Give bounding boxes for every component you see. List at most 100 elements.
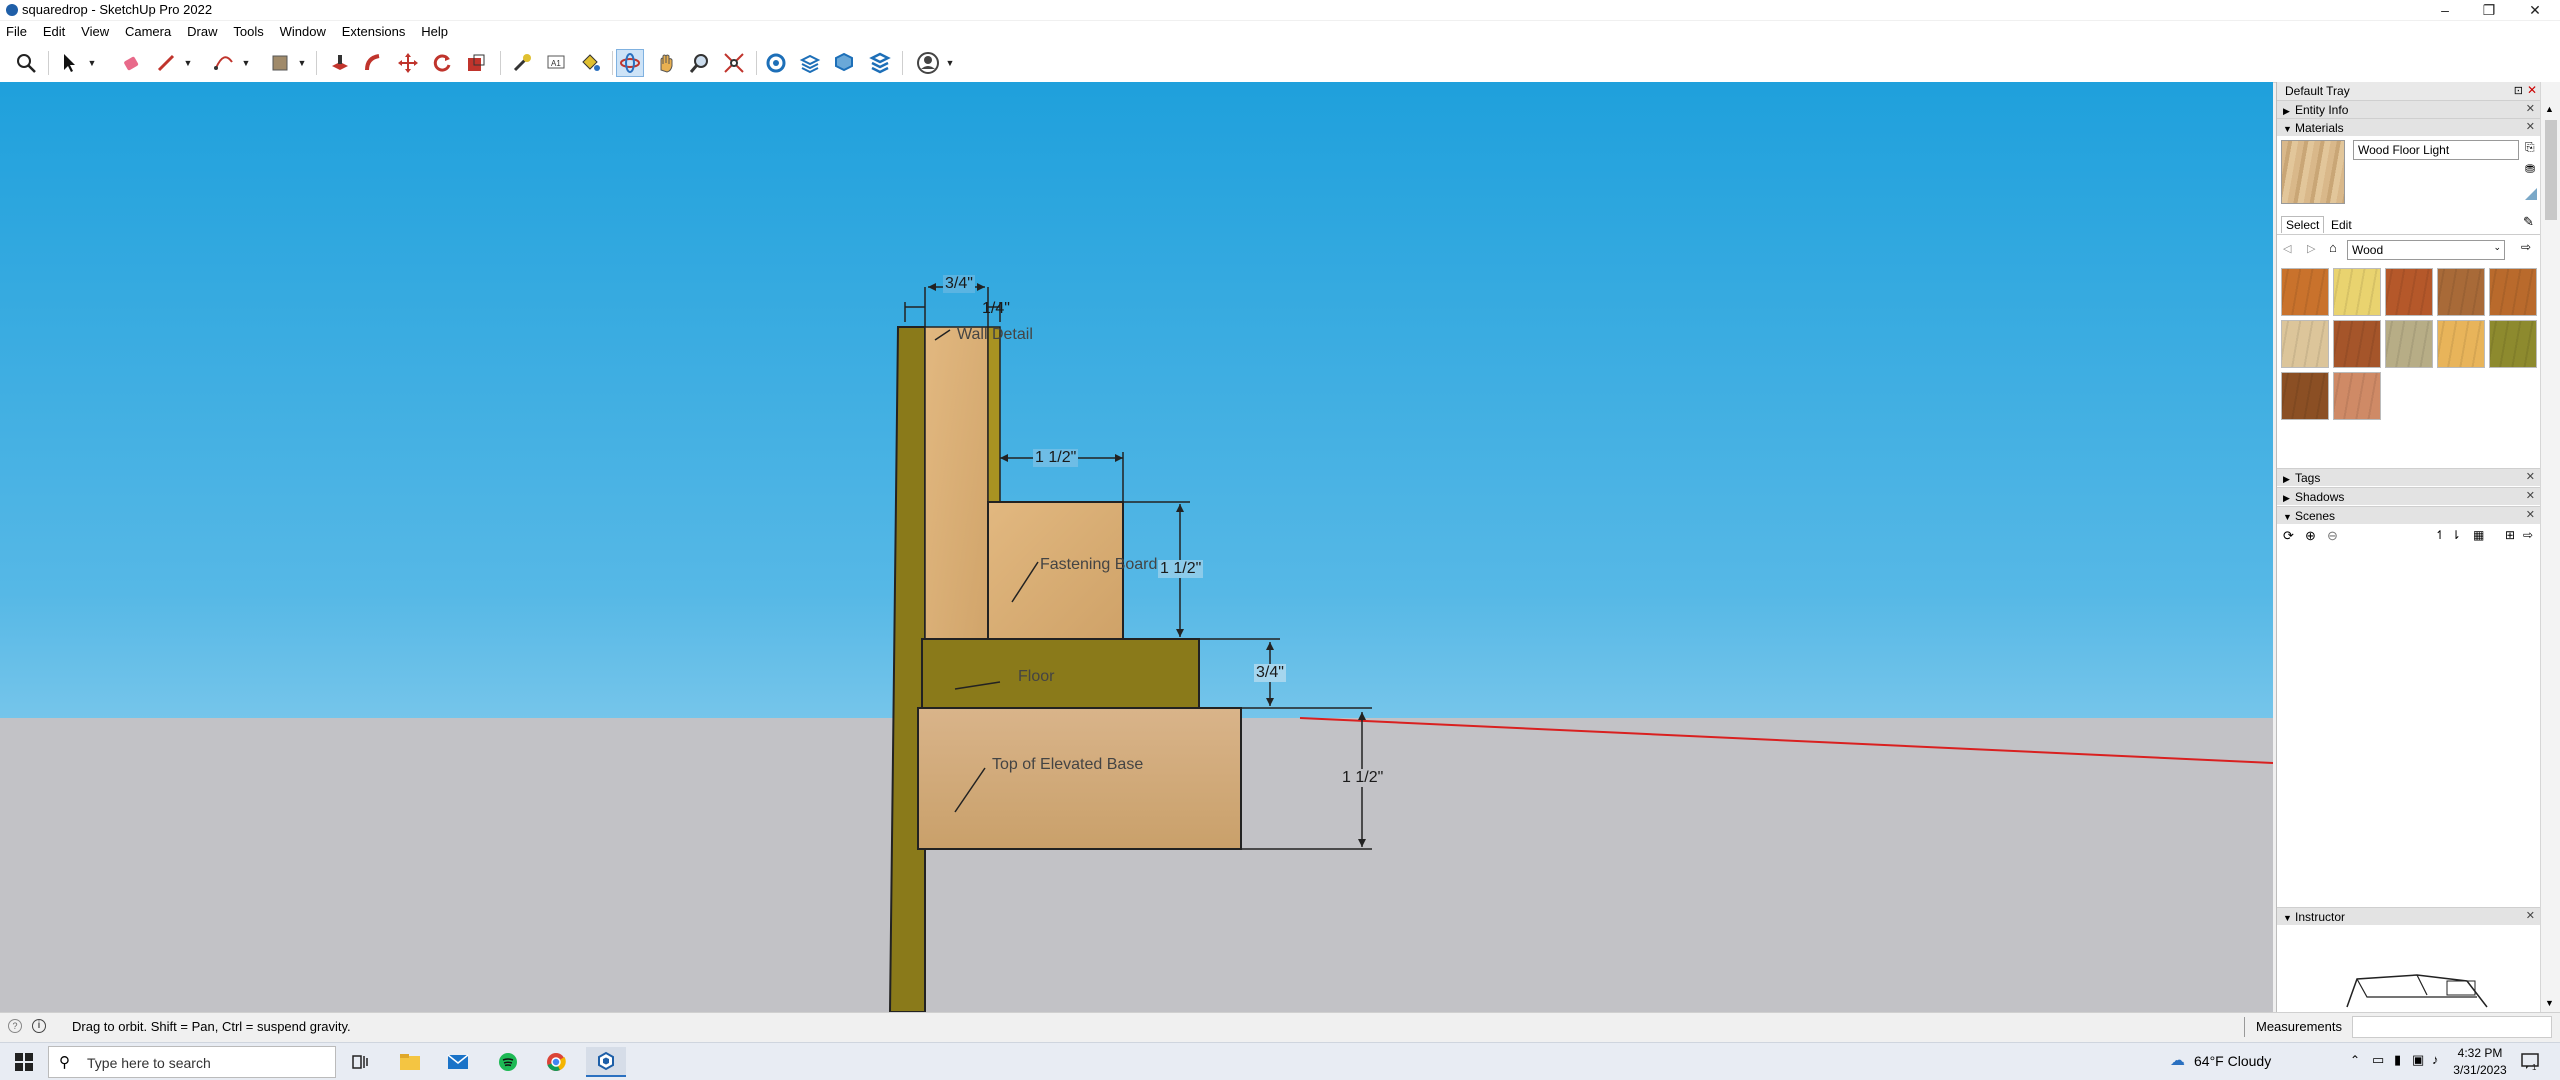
chevron-up-icon[interactable]: ⌃ bbox=[2350, 1053, 2360, 1067]
info-icon[interactable]: i bbox=[32, 1019, 46, 1033]
material-swatch[interactable] bbox=[2281, 268, 2329, 316]
thumbnails-icon[interactable]: ⊞ bbox=[2505, 528, 2515, 542]
select-arrow-icon[interactable] bbox=[56, 49, 84, 77]
forward-icon[interactable]: ▷ bbox=[2307, 242, 2315, 255]
panel-tags[interactable]: ▶ Tags ✕ bbox=[2277, 468, 2541, 486]
dimension-label[interactable]: 1 1/2" bbox=[1033, 449, 1079, 467]
eraser-icon[interactable] bbox=[118, 49, 146, 77]
refresh-icon[interactable]: ⟳ bbox=[2283, 528, 2294, 544]
chevron-down-icon[interactable]: ▼ bbox=[296, 49, 308, 77]
close-icon[interactable]: ✕ bbox=[2526, 508, 2535, 521]
geo-location-icon[interactable]: ? bbox=[8, 1019, 22, 1033]
sketchup-taskbar-icon[interactable] bbox=[586, 1047, 626, 1077]
file-explorer-icon[interactable] bbox=[390, 1047, 430, 1077]
close-button[interactable]: ✕ bbox=[2512, 0, 2558, 20]
tape-measure-icon[interactable] bbox=[508, 49, 536, 77]
back-icon[interactable]: ◁ bbox=[2283, 242, 2291, 255]
remove-scene-icon[interactable]: ⊖ bbox=[2327, 528, 2338, 544]
scroll-up-icon[interactable]: ▲ bbox=[2545, 104, 2554, 114]
elevated-base[interactable] bbox=[917, 707, 1242, 850]
view-options-icon[interactable]: ▦ bbox=[2473, 528, 2484, 542]
scale-icon[interactable] bbox=[462, 49, 490, 77]
close-icon[interactable]: ✕ bbox=[2526, 489, 2535, 502]
zoom-extents-icon[interactable] bbox=[720, 49, 748, 77]
menu-file[interactable]: File bbox=[0, 21, 33, 42]
layout-icon[interactable] bbox=[830, 49, 858, 77]
elevated-base-label[interactable]: Top of Elevated Base bbox=[992, 756, 1143, 774]
menu-view[interactable]: View bbox=[75, 21, 115, 42]
floor-board[interactable] bbox=[921, 638, 1200, 709]
measurements-input[interactable] bbox=[2352, 1016, 2552, 1038]
windows-start-icon[interactable] bbox=[4, 1047, 44, 1077]
line-pencil-icon[interactable] bbox=[152, 49, 180, 77]
material-swatch[interactable] bbox=[2437, 320, 2485, 368]
material-swatch[interactable] bbox=[2281, 372, 2329, 420]
warehouse-icon[interactable] bbox=[762, 49, 790, 77]
floor-label[interactable]: Floor bbox=[1018, 668, 1054, 686]
battery-icon[interactable]: ▮ bbox=[2394, 1052, 2401, 1068]
close-icon[interactable]: ✕ bbox=[2526, 909, 2535, 922]
chrome-icon[interactable] bbox=[536, 1047, 576, 1077]
move-up-icon[interactable]: ↿ bbox=[2435, 528, 2445, 542]
zoom-icon[interactable] bbox=[686, 49, 714, 77]
material-name-field[interactable]: Wood Floor Light bbox=[2353, 140, 2519, 160]
material-swatch[interactable] bbox=[2489, 268, 2537, 316]
profile-icon[interactable] bbox=[914, 49, 942, 77]
material-swatch[interactable] bbox=[2489, 320, 2537, 368]
arc-icon[interactable] bbox=[210, 49, 238, 77]
default-material-icon[interactable]: ⛃ bbox=[2525, 162, 2539, 178]
taskbar-search[interactable]: ⚲ Type here to search bbox=[48, 1046, 336, 1078]
tab-select[interactable]: Select bbox=[2281, 216, 2325, 233]
orbit-icon[interactable] bbox=[616, 49, 644, 77]
notifications-icon[interactable]: 1 bbox=[2520, 1051, 2540, 1072]
dimension-label[interactable]: 3/4" bbox=[943, 275, 975, 293]
panel-scenes[interactable]: ▼ Scenes ✕ bbox=[2277, 506, 2541, 524]
material-swatch[interactable] bbox=[2333, 320, 2381, 368]
tab-edit[interactable]: Edit bbox=[2327, 217, 2356, 233]
spotify-icon[interactable] bbox=[488, 1047, 528, 1077]
details-icon[interactable]: ⇨ bbox=[2521, 240, 2531, 254]
extension-warehouse-icon[interactable] bbox=[796, 49, 824, 77]
chevron-down-icon[interactable]: ▼ bbox=[944, 49, 956, 77]
menu-camera[interactable]: Camera bbox=[119, 21, 177, 42]
menu-window[interactable]: Window bbox=[274, 21, 332, 42]
chevron-down-icon[interactable]: ▼ bbox=[86, 49, 98, 77]
dimension-label[interactable]: 3/4" bbox=[1254, 664, 1286, 682]
sample-paint-icon[interactable] bbox=[2523, 186, 2539, 202]
library-select[interactable]: Wood ⌄ bbox=[2347, 240, 2505, 260]
push-pull-icon[interactable] bbox=[326, 49, 354, 77]
panel-entity-info[interactable]: ▶ Entity Info ✕ bbox=[2277, 100, 2541, 118]
scroll-down-icon[interactable]: ▼ bbox=[2545, 998, 2554, 1008]
volume-icon[interactable]: ♪ bbox=[2432, 1052, 2439, 1067]
create-material-icon[interactable]: ⎘ bbox=[2525, 140, 2537, 156]
panel-materials[interactable]: ▼ Materials ✕ bbox=[2277, 118, 2541, 136]
wall-detail-label[interactable]: Wall Detail bbox=[957, 326, 1033, 344]
material-swatch[interactable] bbox=[2281, 320, 2329, 368]
search-icon[interactable] bbox=[12, 49, 40, 77]
pan-icon[interactable] bbox=[652, 49, 680, 77]
material-swatch[interactable] bbox=[2385, 268, 2433, 316]
material-swatch[interactable] bbox=[2437, 268, 2485, 316]
maximize-button[interactable]: ❐ bbox=[2466, 0, 2512, 20]
menu-edit[interactable]: Edit bbox=[37, 21, 71, 42]
text-icon[interactable]: A1 bbox=[542, 49, 570, 77]
material-swatch[interactable] bbox=[2333, 372, 2381, 420]
display-icon[interactable]: ▣ bbox=[2412, 1052, 2424, 1068]
home-icon[interactable]: ⌂ bbox=[2329, 240, 2337, 255]
panel-shadows[interactable]: ▶ Shadows ✕ bbox=[2277, 487, 2541, 505]
chevron-down-icon[interactable]: ▼ bbox=[182, 49, 194, 77]
model-viewport[interactable]: 3/4" 1/4" 1 1/2" 1 1/2" 3/4" 1 1/2" Wall… bbox=[0, 82, 2273, 1012]
tray-scrollbar[interactable]: ▲ ▼ bbox=[2540, 82, 2560, 1012]
wall-strip[interactable] bbox=[888, 326, 926, 1012]
menu-tools[interactable]: Tools bbox=[227, 21, 269, 42]
eyedropper-icon[interactable]: ✎ bbox=[2523, 214, 2534, 230]
follow-me-icon[interactable] bbox=[360, 49, 388, 77]
menu-help[interactable]: Help bbox=[415, 21, 454, 42]
move-down-icon[interactable]: ⇂ bbox=[2451, 528, 2461, 542]
dimension-label[interactable]: 1/4" bbox=[982, 300, 1010, 318]
dimension-label[interactable]: 1 1/2" bbox=[1340, 769, 1386, 787]
task-view-icon[interactable] bbox=[340, 1047, 380, 1077]
paint-bucket-icon[interactable] bbox=[576, 49, 604, 77]
clock-time[interactable]: 4:32 PM bbox=[2450, 1046, 2510, 1060]
add-scene-icon[interactable]: ⊕ bbox=[2305, 528, 2316, 544]
